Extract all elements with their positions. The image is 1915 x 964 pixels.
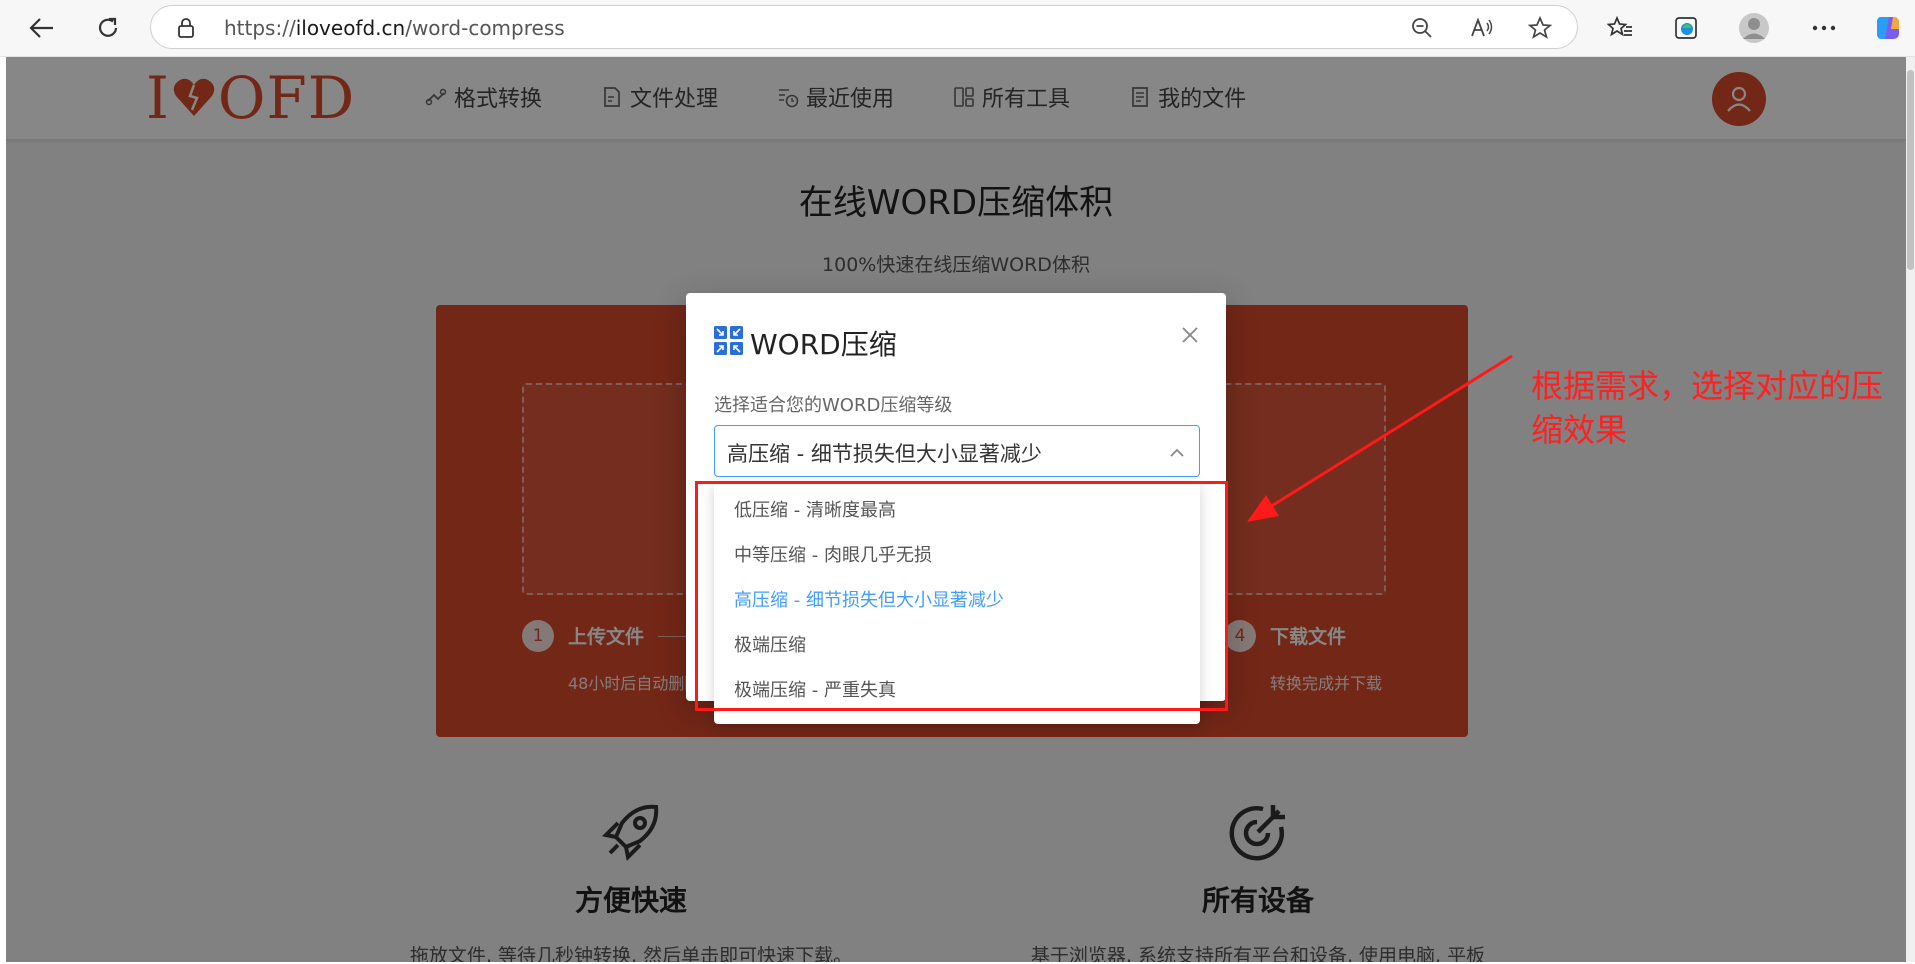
close-icon[interactable] <box>1178 323 1202 347</box>
profile-avatar-icon[interactable] <box>1738 12 1770 44</box>
dialog-header: WORD压缩 <box>714 323 897 363</box>
chevron-up-icon <box>1167 442 1187 462</box>
compression-level-select[interactable]: 高压缩 - 细节损失但大小显著减少 <box>714 425 1200 477</box>
favorite-star-icon[interactable] <box>1527 16 1553 40</box>
back-arrow-icon[interactable] <box>26 12 58 44</box>
more-menu-icon[interactable] <box>1808 12 1840 44</box>
compress-grid-icon <box>714 326 744 360</box>
address-bar[interactable]: https://iloveofd.cn/word-compress <box>150 5 1578 49</box>
zoom-out-icon[interactable] <box>1409 16 1435 40</box>
dialog-title: WORD压缩 <box>750 328 897 361</box>
browser-toolbar: https://iloveofd.cn/word-compress <box>0 0 1915 57</box>
scrollbar-thumb[interactable] <box>1907 70 1914 270</box>
copilot-icon[interactable] <box>1872 12 1904 44</box>
lock-icon[interactable] <box>177 17 195 43</box>
url-text: https://iloveofd.cn/word-compress <box>224 16 565 40</box>
favorites-list-icon[interactable] <box>1604 12 1636 44</box>
annotation-highlight-box <box>695 481 1228 711</box>
refresh-icon[interactable] <box>92 12 124 44</box>
collections-icon[interactable] <box>1670 12 1702 44</box>
selected-value: 高压缩 - 细节损失但大小显著减少 <box>727 442 1042 466</box>
compression-level-label: 选择适合您的WORD压缩等级 <box>714 395 953 416</box>
annotation-text: 根据需求，选择对应的压缩效果 <box>1531 367 1884 449</box>
read-aloud-icon[interactable] <box>1469 16 1495 40</box>
